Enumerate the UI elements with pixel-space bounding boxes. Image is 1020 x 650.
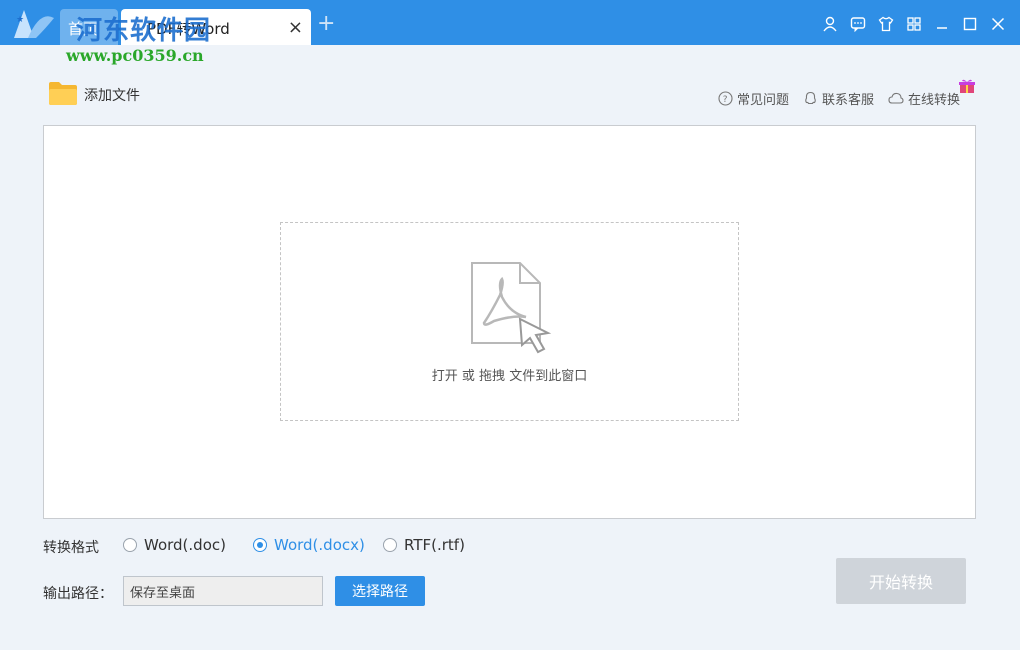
svg-text:?: ?	[723, 95, 728, 105]
output-path-input[interactable]	[123, 576, 323, 606]
app-logo-icon: ★	[10, 8, 58, 40]
add-file-button[interactable]: 添加文件	[48, 80, 140, 110]
online-convert-label: 在线转换	[908, 89, 960, 108]
shirt-icon[interactable]	[872, 12, 900, 36]
format-option-docx[interactable]: Word(.docx)	[253, 536, 365, 554]
svg-text:★: ★	[16, 15, 24, 25]
format-label: 转换格式	[43, 537, 99, 557]
file-list-panel[interactable]: 打开 或 拖拽 文件到此窗口	[43, 125, 976, 519]
window-controls	[816, 12, 1012, 36]
drop-hint: 打开 或 拖拽 文件到此窗口	[281, 365, 738, 384]
qq-icon	[803, 91, 818, 106]
radio-circle	[383, 538, 397, 552]
drop-zone[interactable]: 打开 或 拖拽 文件到此窗口	[280, 222, 739, 421]
grid-icon[interactable]	[900, 12, 928, 36]
minimize-icon[interactable]	[928, 12, 956, 36]
add-file-label: 添加文件	[84, 85, 140, 105]
cloud-icon	[888, 91, 904, 106]
gift-icon[interactable]	[959, 79, 975, 93]
add-tab-icon[interactable]: +	[317, 11, 335, 36]
watermark-title: 河东软件园	[76, 10, 211, 47]
contact-label: 联系客服	[822, 89, 874, 108]
faq-link[interactable]: ? 常见问题	[718, 89, 789, 108]
folder-icon	[48, 80, 78, 110]
output-path-label: 输出路径：	[43, 583, 113, 603]
tab-close-icon[interactable]: ×	[288, 17, 303, 38]
choose-path-button[interactable]: 选择路径	[335, 576, 425, 606]
close-icon[interactable]	[984, 12, 1012, 36]
question-icon: ?	[718, 91, 733, 106]
faq-label: 常见问题	[737, 89, 789, 108]
message-icon[interactable]	[844, 12, 872, 36]
start-convert-button[interactable]: 开始转换	[836, 558, 966, 604]
online-convert-link[interactable]: 在线转换	[888, 89, 960, 108]
pdf-file-icon	[470, 261, 552, 359]
format-option-rtf-label: RTF(.rtf)	[404, 536, 465, 554]
format-option-doc-label: Word(.doc)	[144, 536, 226, 554]
format-option-doc[interactable]: Word(.doc)	[123, 536, 226, 554]
radio-circle-selected	[253, 538, 267, 552]
contact-link[interactable]: 联系客服	[803, 89, 874, 108]
watermark-url: www.pc0359.cn	[66, 46, 204, 65]
user-icon[interactable]	[816, 12, 844, 36]
format-option-rtf[interactable]: RTF(.rtf)	[383, 536, 465, 554]
format-option-docx-label: Word(.docx)	[274, 536, 365, 554]
maximize-icon[interactable]	[956, 12, 984, 36]
radio-circle	[123, 538, 137, 552]
top-links: ? 常见问题 联系客服 在线转换	[718, 89, 960, 108]
